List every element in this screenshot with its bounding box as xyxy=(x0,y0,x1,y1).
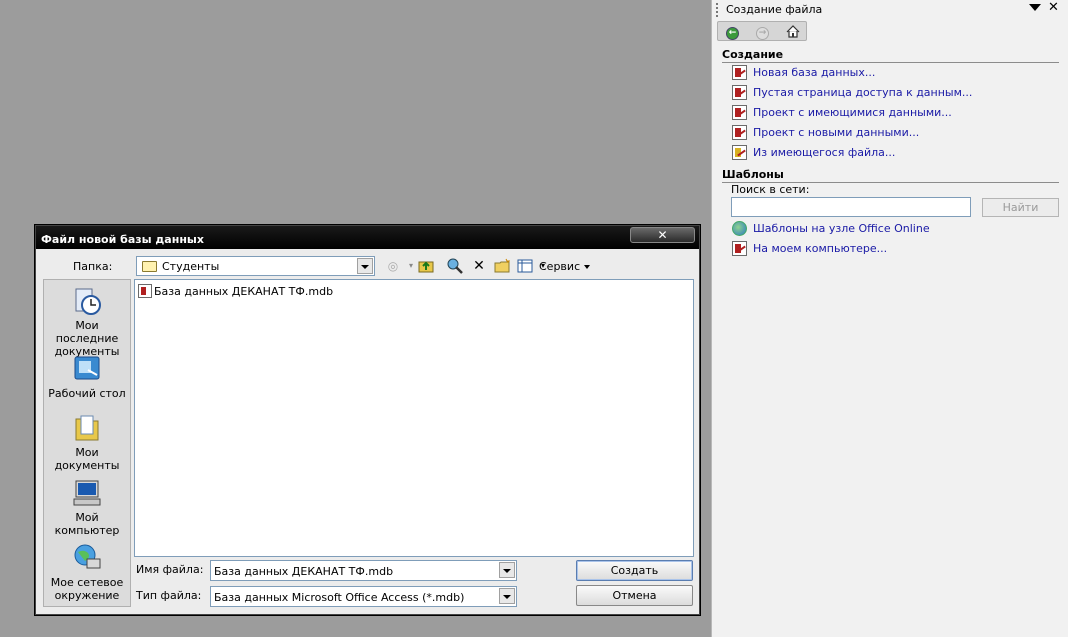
project-new-data-icon xyxy=(732,125,747,140)
task-pane-grip[interactable] xyxy=(716,3,718,17)
project-existing-data-icon xyxy=(732,105,747,120)
filename-value: База данных ДЕКАНАТ ТФ.mdb xyxy=(214,565,394,578)
filetype-select[interactable]: База данных Microsoft Office Access (*.m… xyxy=(210,586,517,607)
chevron-down-icon[interactable] xyxy=(499,588,515,604)
chevron-down-icon[interactable] xyxy=(357,258,373,274)
desktop-icon xyxy=(74,356,100,380)
mdb-file-icon xyxy=(138,284,152,298)
new-folder-icon[interactable] xyxy=(494,258,511,274)
place-label: Рабочий стол xyxy=(48,387,126,400)
chevron-down-icon[interactable] xyxy=(499,562,515,578)
search-input[interactable] xyxy=(731,197,971,217)
link-label[interactable]: Из имеющегося файла... xyxy=(753,146,895,159)
search-web-icon[interactable] xyxy=(447,258,463,274)
place-desktop[interactable]: Рабочий стол xyxy=(44,354,130,400)
up-folder-icon[interactable] xyxy=(418,258,434,274)
place-network-places[interactable]: Мое сетевое окружение xyxy=(44,543,130,602)
section-templates-header: Шаблоны xyxy=(722,168,1059,183)
task-pane-title: Создание файла xyxy=(726,3,823,16)
dialog-titlebar[interactable]: Файл новой базы данных ✕ xyxy=(36,226,699,249)
task-pane-menu-icon[interactable] xyxy=(1029,4,1041,11)
task-pane-nav-toolbar: ← → xyxy=(717,21,807,41)
link-label[interactable]: Новая база данных... xyxy=(753,66,875,79)
places-bar: Мои последние документы Рабочий стол Мои… xyxy=(43,279,131,607)
filename-input[interactable]: База данных ДЕКАНАТ ТФ.mdb xyxy=(210,560,517,581)
link-label[interactable]: Проект с имеющимися данными... xyxy=(753,106,952,119)
link-label[interactable]: Шаблоны на узле Office Online xyxy=(753,222,930,235)
link-label[interactable]: На моем компьютере... xyxy=(753,242,887,255)
place-label: Мои документы xyxy=(54,446,120,472)
views-icon[interactable] xyxy=(517,258,533,274)
place-my-computer[interactable]: Мой компьютер xyxy=(44,478,130,537)
data-access-page-icon xyxy=(732,85,747,100)
place-label: Мой компьютер xyxy=(54,511,120,537)
search-label: Поиск в сети: xyxy=(731,183,810,196)
section-create-header: Создание xyxy=(722,48,1059,63)
create-button[interactable]: Создать xyxy=(576,560,693,581)
place-recent-documents[interactable]: Мои последние документы xyxy=(44,286,130,358)
filetype-label: Тип файла: xyxy=(136,589,202,602)
file-list[interactable]: База данных ДЕКАНАТ ТФ.mdb xyxy=(134,279,694,557)
dialog-title: Файл новой базы данных xyxy=(41,233,204,246)
search-button[interactable]: Найти xyxy=(982,198,1059,217)
back-icon[interactable]: ← xyxy=(724,24,741,40)
new-db-icon xyxy=(732,65,747,80)
folder-icon xyxy=(142,261,157,272)
folder-value: Студенты xyxy=(162,260,220,273)
task-pane-close-icon[interactable]: ✕ xyxy=(1048,1,1059,15)
close-icon[interactable]: ✕ xyxy=(630,227,695,243)
my-documents-icon xyxy=(75,415,99,441)
place-label: Мое сетевое окружение xyxy=(50,576,124,602)
filetype-value: База данных Microsoft Office Access (*.m… xyxy=(214,591,465,604)
my-computer-template-icon xyxy=(732,241,747,256)
forward-icon[interactable]: → xyxy=(754,24,771,40)
delete-icon[interactable]: ✕ xyxy=(471,258,487,274)
recent-documents-icon xyxy=(75,288,101,315)
home-icon[interactable] xyxy=(784,24,801,39)
network-places-icon xyxy=(74,544,101,569)
back-icon[interactable]: ◎ xyxy=(385,258,401,274)
cancel-button[interactable]: Отмена xyxy=(576,585,693,606)
filename-label: Имя файла: xyxy=(136,563,204,576)
tools-menu[interactable]: Сервис xyxy=(539,260,590,273)
link-label[interactable]: Пустая страница доступа к данным... xyxy=(753,86,972,99)
place-label: Мои последние документы xyxy=(54,319,120,358)
folder-select[interactable]: Студенты xyxy=(136,256,375,276)
place-my-documents[interactable]: Мои документы xyxy=(44,413,130,472)
back-dropdown-icon[interactable]: ▾ xyxy=(403,258,419,274)
file-name: База данных ДЕКАНАТ ТФ.mdb xyxy=(154,285,334,298)
folder-label: Папка: xyxy=(73,260,113,273)
office-online-icon xyxy=(732,221,747,236)
link-label[interactable]: Проект с новыми данными... xyxy=(753,126,919,139)
task-pane: Создание файла ✕ ← → Создание Новая база… xyxy=(711,0,1068,637)
existing-file-icon xyxy=(732,145,747,160)
new-database-dialog: Файл новой базы данных ✕ Папка: Студенты… xyxy=(34,224,701,616)
my-computer-icon xyxy=(73,480,101,506)
